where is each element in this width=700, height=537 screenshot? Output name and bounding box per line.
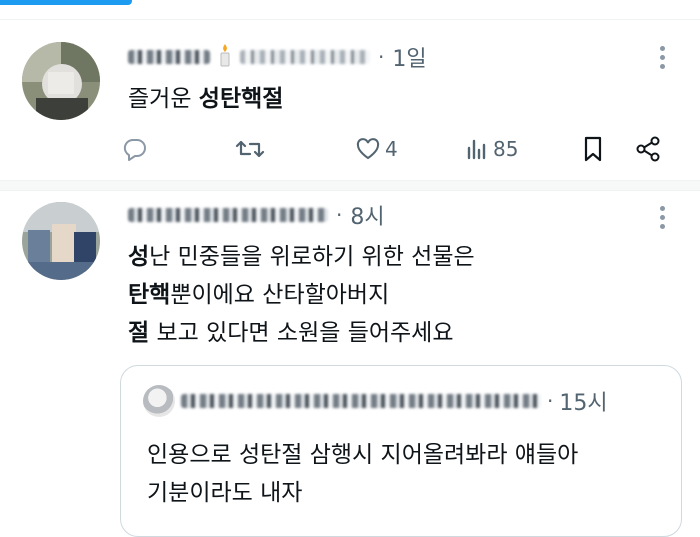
quoted-tweet-text: 인용으로 성탄절 삼행시 지어올려봐라 얘들아 기분이라도 내자 (147, 436, 578, 512)
tweet-text: 즐거운 성탄핵절 (128, 80, 283, 118)
bookmark-icon (584, 136, 602, 162)
views-icon (467, 139, 486, 160)
tweet-text: 성난 민중들을 위로하기 위한 선물은 탄핵뿐이에요 산타할아버지 절 보고 있… (128, 238, 475, 352)
retweet-button[interactable] (235, 134, 265, 164)
action-bar: 4 85 (120, 134, 680, 164)
avatar[interactable] (22, 42, 100, 120)
separator-dot: · (547, 389, 554, 413)
author-name-redacted[interactable] (128, 50, 210, 64)
heart-icon (356, 138, 380, 160)
like-button[interactable]: 4 (355, 134, 398, 164)
tweet-time[interactable]: 1일 (392, 41, 426, 73)
more-options-icon[interactable] (660, 46, 666, 69)
avatar[interactable] (22, 202, 100, 280)
more-options-icon[interactable] (660, 206, 666, 229)
candle-icon (218, 43, 232, 71)
quoted-tweet-header: · 15시 (143, 385, 608, 417)
quoted-avatar[interactable] (143, 385, 175, 417)
bookmark-button[interactable] (582, 134, 604, 164)
tweet-header: · 1일 (128, 42, 427, 72)
reply-icon (123, 138, 146, 161)
tweet-header: · 8시 (128, 200, 385, 230)
tweet-time[interactable]: 8시 (350, 199, 384, 231)
tweet-1[interactable]: · 1일 즐거운 성탄핵절 4 85 (0, 20, 700, 185)
acrostic-line-3: 절 보고 있다면 소원을 들어주세요 (128, 320, 454, 346)
quoted-tweet[interactable]: · 15시 인용으로 성탄절 삼행시 지어올려봐라 얘들아 기분이라도 내자 (120, 365, 682, 537)
top-strip (0, 0, 700, 20)
quoted-text-line-1: 인용으로 성탄절 삼행시 지어올려봐라 얘들아 (147, 442, 579, 468)
separator-dot: · (378, 45, 385, 69)
acrostic-line-1: 성난 민중들을 위로하기 위한 선물은 (128, 244, 475, 270)
quoted-text-line-2: 기분이라도 내자 (147, 480, 303, 506)
tweet-text-bold: 성탄핵절 (198, 86, 284, 112)
views-button[interactable]: 85 (465, 134, 518, 164)
view-count: 85 (493, 137, 519, 161)
top-accent-bar (0, 0, 132, 5)
share-icon (636, 136, 660, 162)
author-handle-redacted[interactable] (240, 50, 370, 64)
share-button[interactable] (634, 134, 662, 164)
author-name-redacted[interactable] (128, 208, 328, 222)
retweet-icon (235, 140, 265, 158)
reply-button[interactable] (122, 134, 148, 164)
quoted-author-redacted[interactable] (181, 394, 541, 408)
separator-dot: · (336, 203, 343, 227)
like-count: 4 (385, 137, 398, 161)
tweet-text-plain: 즐거운 (128, 86, 199, 112)
acrostic-line-2: 탄핵뿐이에요 산타할아버지 (128, 282, 390, 308)
quoted-tweet-time[interactable]: 15시 (559, 385, 607, 417)
